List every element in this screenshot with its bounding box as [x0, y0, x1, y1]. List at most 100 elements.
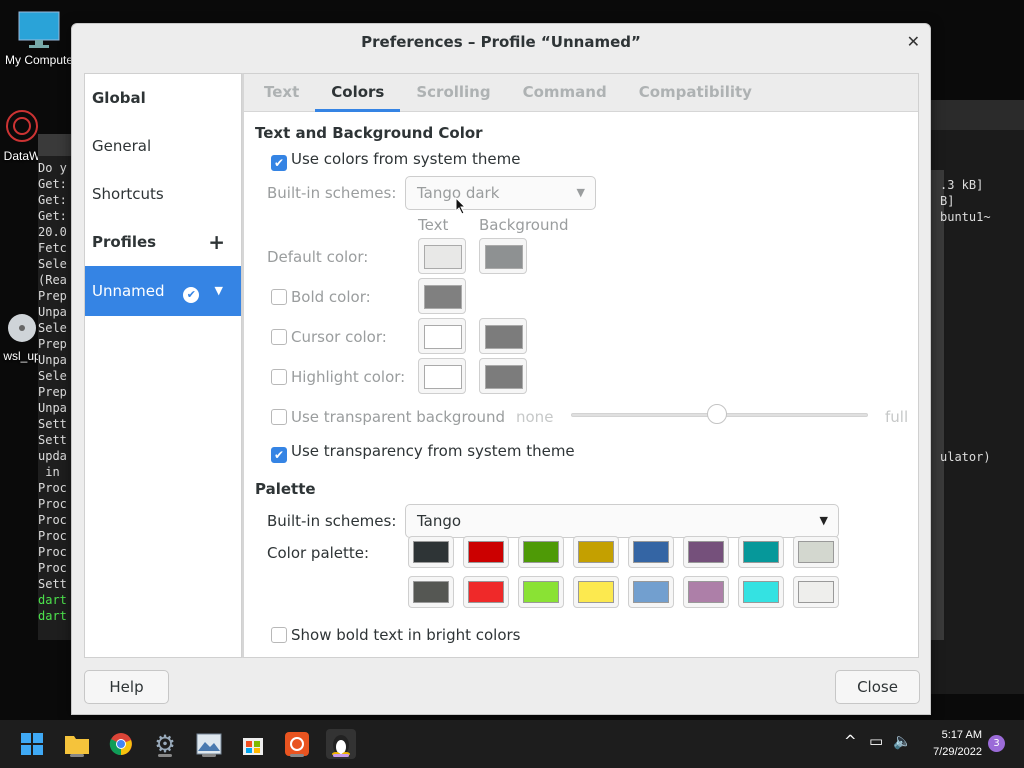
tux-penguin-icon [332, 735, 350, 756]
use-transparency-system-row[interactable]: ✔ Use transparency from system theme [271, 442, 575, 463]
default-text-color-button[interactable] [418, 238, 466, 274]
bold-color-checkbox[interactable] [271, 289, 287, 305]
palette-color-button[interactable] [738, 536, 784, 568]
taskbar: ⚙ ^ ▭ 🔈 5:17 AM 7/29/2022 3 [0, 720, 1024, 768]
taskbar-linux-app[interactable] [326, 729, 356, 759]
cursor-text-color-button[interactable] [418, 318, 466, 354]
sidebar-header-profiles: Profiles + [85, 218, 241, 266]
taskbar-file-explorer[interactable] [62, 729, 92, 759]
profiles-label: Profiles [92, 233, 157, 251]
cursor-color-checkbox[interactable] [271, 329, 287, 345]
volume-icon[interactable]: 🔈 [893, 732, 912, 750]
color-swatch [413, 581, 449, 603]
palette-color-button[interactable] [793, 536, 839, 568]
sidebar-item-profile-unnamed[interactable]: Unnamed ✔ ▼ [85, 266, 241, 316]
network-icon[interactable]: ▭ [869, 732, 883, 750]
tab-text[interactable]: Text [248, 74, 315, 111]
color-swatch [485, 245, 523, 269]
folder-icon [65, 736, 89, 754]
color-swatch [424, 365, 462, 389]
palette-color-button[interactable] [518, 576, 564, 608]
color-swatch [688, 581, 724, 603]
taskbar-store[interactable] [238, 729, 268, 759]
bold-color-row[interactable]: Bold color: [271, 288, 371, 306]
color-swatch [633, 581, 669, 603]
terminal-scrollbar[interactable] [930, 170, 944, 640]
palette-color-button[interactable] [793, 576, 839, 608]
bold-bright-checkbox[interactable] [271, 627, 287, 643]
tab-scrolling[interactable]: Scrolling [400, 74, 506, 111]
tab-command[interactable]: Command [507, 74, 623, 111]
use-transparency-system-checkbox[interactable]: ✔ [271, 447, 287, 463]
taskbar-chrome[interactable] [106, 729, 136, 759]
cursor-background-color-button[interactable] [479, 318, 527, 354]
preferences-dialog: Preferences – Profile “Unnamed” ✕ Global… [71, 23, 931, 715]
palette-color-button[interactable] [738, 576, 784, 608]
maximize-icon: ☐ [942, 106, 951, 122]
terminal-line: buntu1~ [940, 210, 991, 224]
default-background-color-button[interactable] [479, 238, 527, 274]
running-indicator [202, 754, 216, 757]
sidebar-item-general[interactable]: General [85, 122, 241, 170]
palette-builtin-label: Built-in schemes: [267, 512, 397, 530]
taskbar-photos[interactable] [194, 729, 224, 759]
use-system-colors-row[interactable]: ✔ Use colors from system theme [271, 150, 520, 171]
tab-colors[interactable]: Colors [315, 74, 401, 112]
transparent-bg-row[interactable]: Use transparent background [271, 408, 505, 426]
content-scrollbar[interactable] [908, 114, 916, 654]
taskbar-settings[interactable]: ⚙ [150, 729, 180, 759]
transparency-slider-handle[interactable] [707, 404, 727, 424]
highlight-background-color-button[interactable] [479, 358, 527, 394]
tray-chevron-up-icon[interactable]: ^ [844, 732, 857, 750]
clock-time: 5:17 AM [941, 729, 982, 741]
builtin-schemes-dropdown[interactable]: Tango dark ▼ [405, 176, 596, 210]
palette-color-button[interactable] [683, 536, 729, 568]
palette-color-button[interactable] [628, 576, 674, 608]
column-header-text: Text [418, 216, 449, 234]
checkbox-label: Cursor color: [291, 328, 387, 346]
color-swatch [523, 541, 559, 563]
palette-color-button[interactable] [573, 536, 619, 568]
bold-bright-row[interactable]: Show bold text in bright colors [271, 626, 521, 644]
palette-color-button[interactable] [628, 536, 674, 568]
cursor-color-row[interactable]: Cursor color: [271, 328, 387, 346]
highlight-color-checkbox[interactable] [271, 369, 287, 385]
chrome-icon [109, 733, 132, 756]
running-indicator [290, 754, 304, 757]
taskbar-ubuntu[interactable] [282, 729, 312, 759]
tab-compatibility[interactable]: Compatibility [623, 74, 768, 111]
palette-color-button[interactable] [408, 576, 454, 608]
desktop-icon-label: My Compute [4, 53, 74, 67]
palette-color-button[interactable] [463, 576, 509, 608]
desktop-icon-my-computer[interactable]: My Compute [0, 10, 78, 67]
notification-count-badge[interactable]: 3 [988, 735, 1005, 752]
taskbar-clock[interactable]: 5:17 AM 7/29/2022 [918, 727, 982, 761]
profile-tabs: Text Colors Scrolling Command Compatibil… [244, 74, 918, 112]
palette-color-button[interactable] [683, 576, 729, 608]
app-icon [6, 110, 38, 142]
running-indicator [70, 754, 84, 757]
background-terminal-right: ☐ ✕ .3 kB] B] buntu1~ ulator) [930, 100, 1024, 694]
color-swatch [633, 541, 669, 563]
add-profile-icon[interactable]: + [208, 218, 225, 266]
dialog-titlebar[interactable]: Preferences – Profile “Unnamed” ✕ [72, 24, 930, 60]
close-button[interactable]: Close [835, 670, 920, 704]
use-system-colors-checkbox[interactable]: ✔ [271, 155, 287, 171]
highlight-color-row[interactable]: Highlight color: [271, 368, 405, 386]
palette-color-button[interactable] [573, 576, 619, 608]
help-button[interactable]: Help [84, 670, 169, 704]
sidebar-item-shortcuts[interactable]: Shortcuts [85, 170, 241, 218]
color-swatch [424, 245, 462, 269]
start-button[interactable] [17, 729, 47, 759]
palette-schemes-dropdown[interactable]: Tango ▼ [405, 504, 839, 538]
bold-text-color-button[interactable] [418, 278, 466, 314]
close-icon[interactable]: ✕ [907, 24, 920, 60]
checkbox-label: Bold color: [291, 288, 371, 306]
palette-color-button[interactable] [408, 536, 454, 568]
highlight-text-color-button[interactable] [418, 358, 466, 394]
checkbox-label: Show bold text in bright colors [291, 626, 521, 644]
palette-color-button[interactable] [518, 536, 564, 568]
palette-color-button[interactable] [463, 536, 509, 568]
profile-menu-chevron-down-icon[interactable]: ▼ [215, 266, 223, 316]
transparent-bg-checkbox[interactable] [271, 409, 287, 425]
